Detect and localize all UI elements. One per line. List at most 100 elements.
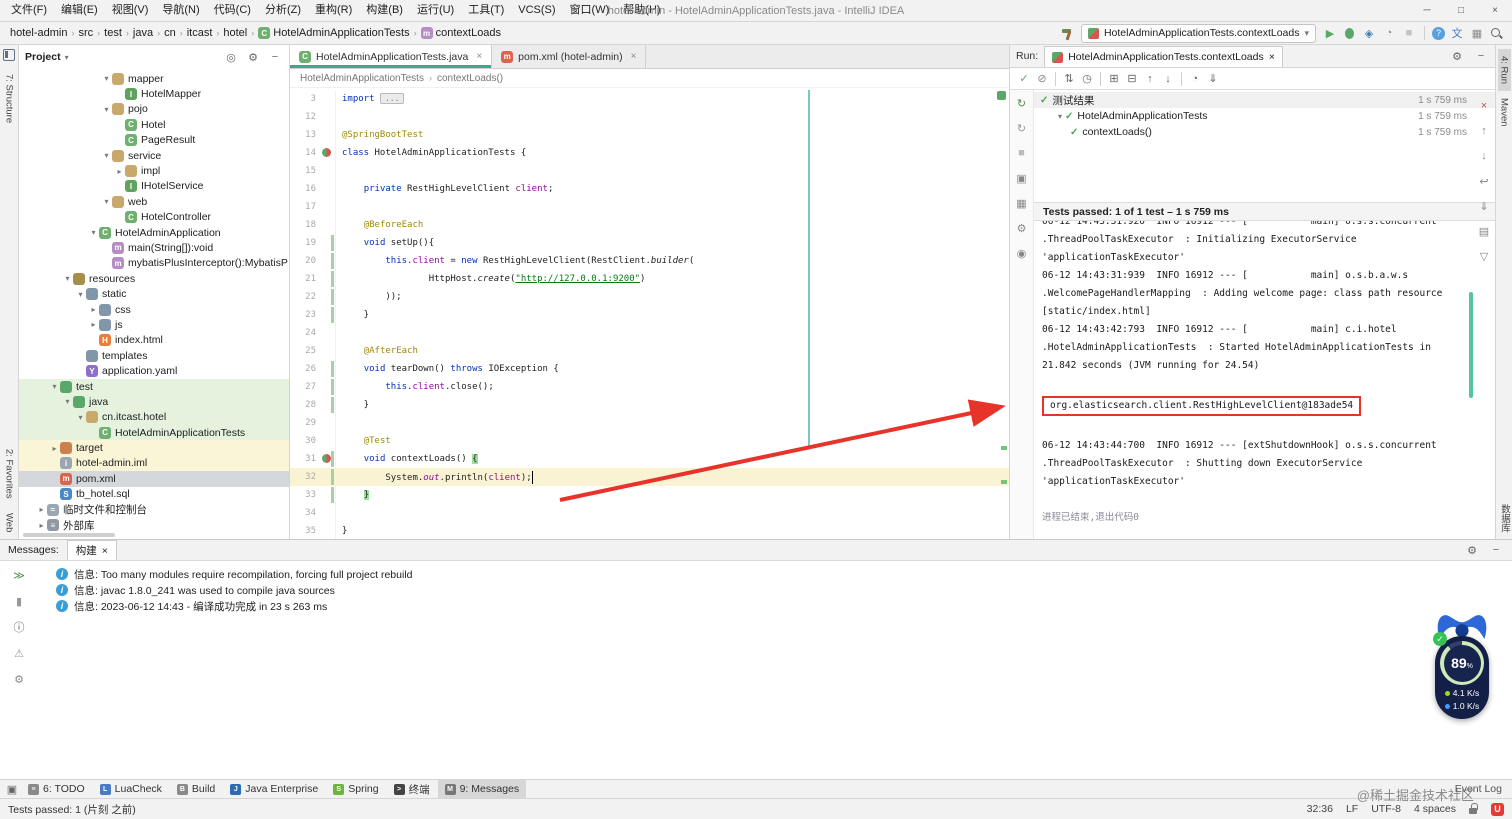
tree-item[interactable]: Yapplication.yaml (19, 363, 289, 378)
code-line[interactable]: 28 } (290, 396, 1009, 414)
code-line[interactable]: 19 void setUp(){ (290, 234, 1009, 252)
tree-item[interactable]: Stb_hotel.sql (19, 487, 289, 502)
tree-item[interactable]: ▸ ≡ 外部库 (19, 517, 289, 532)
tree-expander-icon[interactable]: ▾ (101, 74, 112, 83)
readonly-lock-icon[interactable] (1469, 803, 1478, 815)
tree-item[interactable]: ▾ C HotelAdminApplication (19, 225, 289, 240)
code-line[interactable]: 12 (290, 108, 1009, 126)
tree-expander-icon[interactable]: ▾ (62, 274, 73, 283)
inspection-indicator-icon[interactable] (997, 91, 1006, 100)
run-test-icon[interactable] (322, 454, 331, 463)
code-line[interactable]: 32 System.out.println(client); (290, 468, 1009, 486)
code-line[interactable]: 31 void contextLoads() { (290, 450, 1009, 468)
expand-all-icon[interactable]: ⊞ (1106, 71, 1122, 87)
coverage-button[interactable]: ◈ (1361, 25, 1377, 41)
tree-expander-icon[interactable]: ▸ (36, 521, 47, 530)
minimize-messages-icon[interactable]: − (1488, 542, 1504, 558)
code-line[interactable]: 33 } (290, 486, 1009, 504)
tree-item[interactable]: I HotelMapper (19, 86, 289, 101)
toolwindow-button-9-messages[interactable]: M 9: Messages (437, 780, 527, 798)
tree-item[interactable]: m mybatisPlusInterceptor():MybatisP (19, 256, 289, 271)
tree-item[interactable]: ▸ ≈ 临时文件和控制台 (19, 502, 289, 517)
chevron-down-icon[interactable]: ▾ (65, 53, 69, 62)
menu-item-1[interactable]: 编辑(E) (54, 0, 105, 21)
menu-item-5[interactable]: 分析(Z) (258, 0, 308, 21)
breadcrumb-item[interactable]: itcast (185, 27, 215, 39)
profiler-button[interactable]: ◔ (1381, 25, 1397, 41)
breadcrumb-item[interactable]: src (76, 27, 95, 39)
tree-expander-icon[interactable]: ▸ (114, 167, 125, 176)
minimize-button[interactable]: ─ (1410, 0, 1444, 21)
code-line[interactable]: 20 this.client = new RestHighLevelClient… (290, 252, 1009, 270)
message-row[interactable]: i 信息: 2023-06-12 14:43 - 编译成功完成 in 23 s 2… (38, 598, 1512, 614)
tree-expander-icon[interactable]: ▸ (88, 320, 99, 329)
soft-wrap-icon[interactable]: ↩ (1476, 173, 1492, 189)
editor-breadcrumb-item[interactable]: contextLoads() (437, 73, 503, 84)
score-gauge[interactable]: 89% (1440, 641, 1484, 685)
breadcrumb-item[interactable]: test (102, 27, 124, 39)
menu-item-7[interactable]: 构建(B) (359, 0, 410, 21)
close-button[interactable]: × (1478, 0, 1512, 21)
tree-item[interactable]: C HotelController (19, 210, 289, 225)
breadcrumb-item[interactable]: hotel (221, 27, 249, 39)
translate-icon[interactable]: 文 (1449, 25, 1465, 41)
sort-alphabetically-icon[interactable]: ⇅ (1061, 71, 1077, 87)
tree-item[interactable]: m pom.xml (19, 471, 289, 487)
tree-expander-icon[interactable]: ▸ (49, 444, 60, 453)
message-row[interactable]: i 信息: javac 1.8.0_241 was used to compile… (38, 582, 1512, 598)
code-line[interactable]: 30 @Test (290, 432, 1009, 450)
rerun-failed-icon[interactable]: ↻ (1014, 120, 1030, 136)
code-line[interactable]: 21 HttpHost.create("http://127.0.0.1:920… (290, 270, 1009, 288)
tree-item[interactable]: ▸ target (19, 440, 289, 456)
toolwindow-button-6-todo[interactable]: ≡ 6: TODO (21, 780, 92, 798)
scroll-to-end-icon[interactable]: ⇓ (1476, 198, 1492, 214)
stop-icon[interactable]: ■ (1014, 145, 1030, 161)
tree-expander-icon[interactable]: ▾ (1055, 112, 1065, 121)
maximize-button[interactable]: □ (1444, 0, 1478, 21)
scroll-up-icon[interactable]: ↑ (1476, 123, 1492, 139)
stop-button[interactable]: ■ (1401, 25, 1417, 41)
trash-icon[interactable]: ▽ (1476, 248, 1492, 264)
info-filter-icon[interactable]: ⓘ (11, 619, 27, 635)
toolwindow-button-luacheck[interactable]: L LuaCheck (93, 780, 169, 798)
show-passed-icon[interactable]: ✓ (1016, 71, 1032, 87)
editor-breadcrumb-item[interactable]: HotelAdminApplicationTests (300, 73, 424, 84)
warning-filter-icon[interactable]: ⚠ (11, 645, 27, 661)
tree-item[interactable]: ▸ js (19, 317, 289, 332)
stripe-button-7-structure[interactable]: 7: Structure (3, 67, 16, 130)
run-console[interactable]: 06-12 14:43:31:920 INFO 16912 --- [ main… (1034, 221, 1495, 539)
run-settings-icon[interactable]: ⚙ (1449, 48, 1465, 64)
code-line[interactable]: 23 } (290, 306, 1009, 324)
status-widget[interactable]: LF (1346, 803, 1358, 815)
tree-expander-icon[interactable]: ▾ (101, 151, 112, 160)
code-line[interactable]: 18 @BeforeEach (290, 216, 1009, 234)
previous-failed-icon[interactable]: ↑ (1142, 71, 1158, 87)
status-widget[interactable]: 32:36 (1307, 803, 1333, 815)
code-editor[interactable]: 3 import ... 12 13 @SpringBootTest 14 class Ho… (290, 88, 1009, 539)
sort-by-duration-icon[interactable]: ◷ (1079, 71, 1095, 87)
tree-item[interactable]: ▾ mapper (19, 71, 289, 86)
search-everywhere-icon[interactable] (1489, 26, 1504, 41)
minimize-run-icon[interactable]: − (1473, 48, 1489, 64)
menu-item-8[interactable]: 运行(U) (410, 0, 461, 21)
tree-expander-icon[interactable]: ▾ (101, 197, 112, 206)
close-icon[interactable]: × (476, 51, 482, 62)
tree-item[interactable]: Hindex.html (19, 333, 289, 348)
toolwindow-button-build[interactable]: B Build (170, 780, 222, 798)
pin-icon[interactable]: ◉ (1014, 245, 1030, 261)
select-opened-file-icon[interactable]: ◎ (223, 49, 239, 65)
scroll-down-icon[interactable]: ↓ (1476, 148, 1492, 164)
code-line[interactable]: 22 )); (290, 288, 1009, 306)
close-icon[interactable]: × (631, 51, 637, 62)
tree-item[interactable]: ▾ service (19, 148, 289, 163)
code-line[interactable]: 27 this.client.close(); (290, 378, 1009, 396)
run-test-icon[interactable] (322, 148, 331, 157)
toolwindow-button-终端[interactable]: > 终端 (387, 780, 437, 798)
pause-output-icon[interactable]: ▮ (11, 593, 27, 609)
tree-expander-icon[interactable]: ▾ (49, 382, 60, 391)
tree-item[interactable]: ▸ css (19, 302, 289, 317)
code-line[interactable]: 14 class HotelAdminApplicationTests { (290, 144, 1009, 162)
tree-expander-icon[interactable]: ▾ (88, 228, 99, 237)
tree-expander-icon[interactable]: ▾ (101, 105, 112, 114)
project-stripe-icon[interactable] (3, 49, 15, 61)
